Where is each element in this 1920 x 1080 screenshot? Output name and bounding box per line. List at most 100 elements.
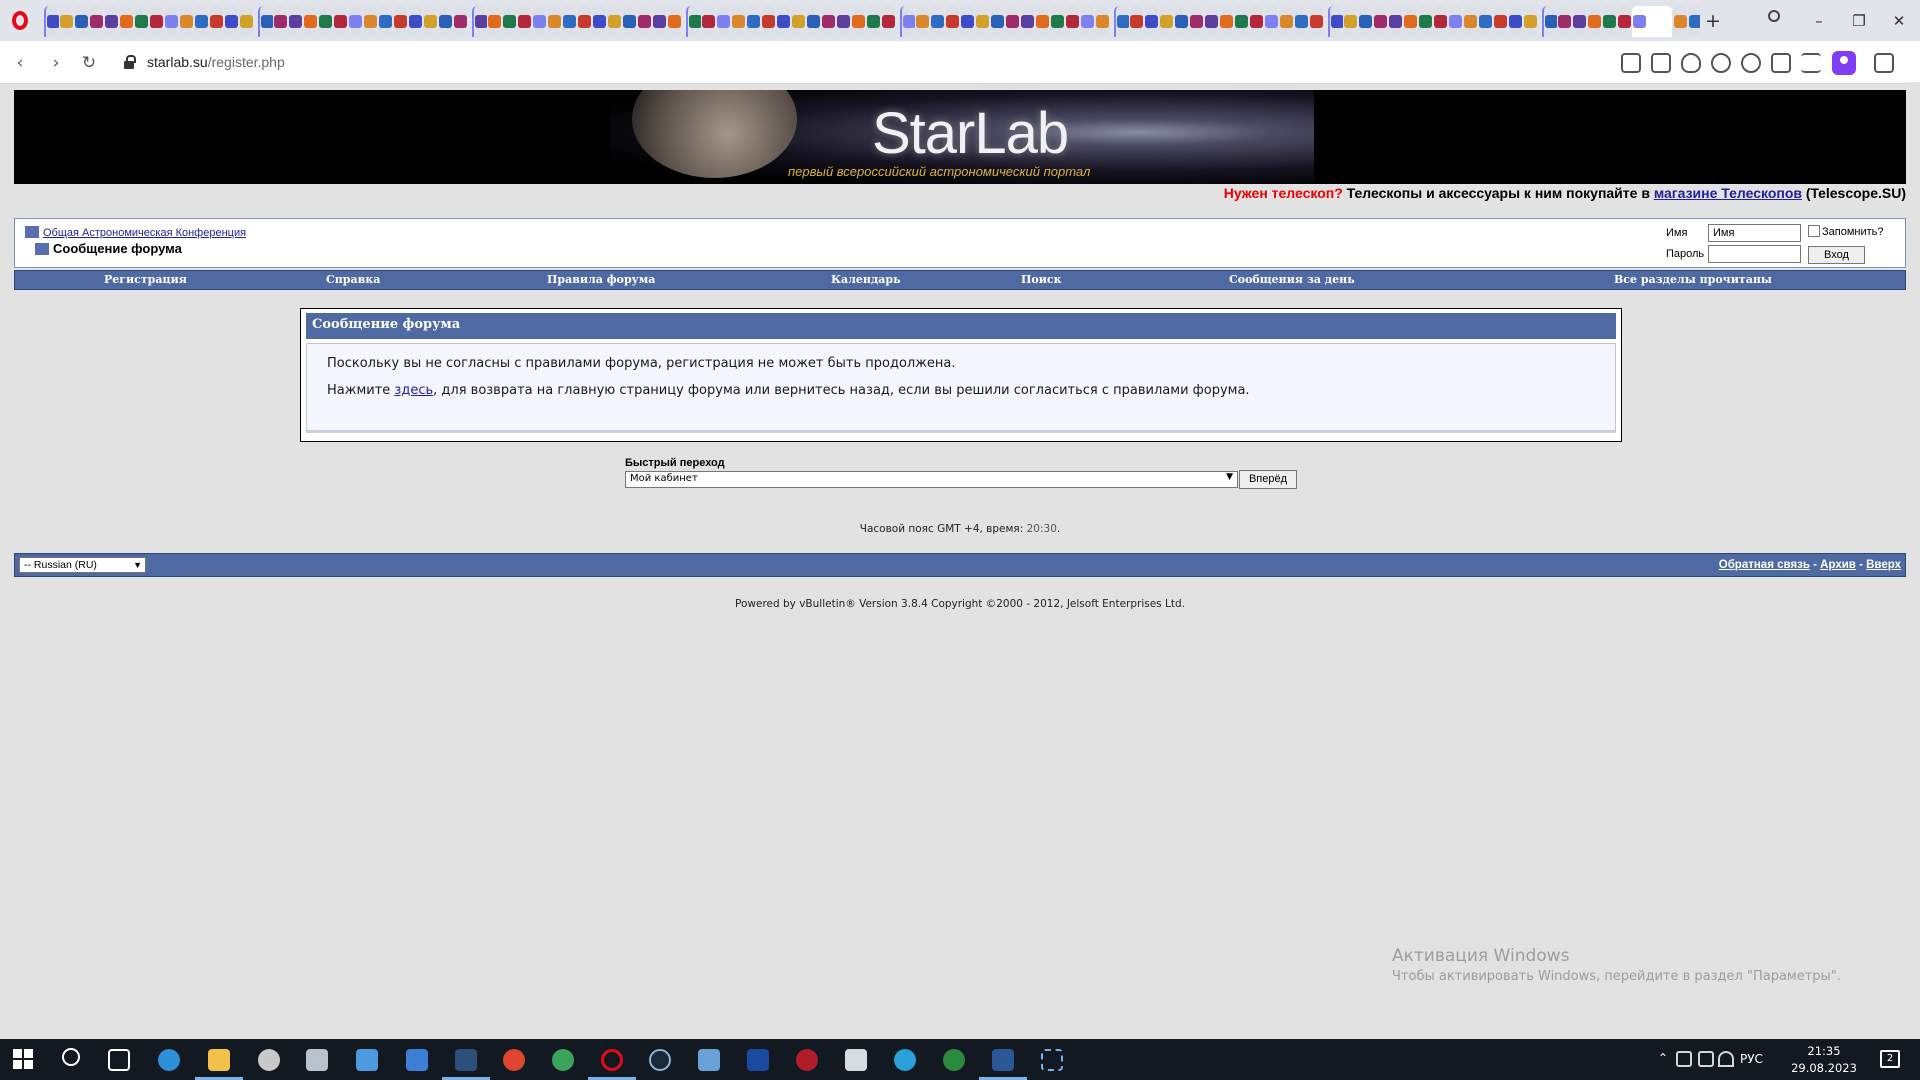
browser-tab[interactable] <box>791 6 805 37</box>
browser-tab[interactable] <box>119 6 133 37</box>
browser-tab[interactable] <box>1189 6 1203 37</box>
opera-icon[interactable] <box>601 1049 623 1071</box>
quick-jump-go-button[interactable]: Вперёд <box>1239 470 1297 489</box>
app-icon-5[interactable] <box>747 1049 769 1071</box>
app-icon-1[interactable] <box>306 1049 328 1071</box>
taskbar-clock[interactable]: 21:35 29.08.2023 <box>1789 1043 1859 1077</box>
play-icon[interactable] <box>1711 53 1731 73</box>
browser-tab[interactable] <box>821 6 835 37</box>
browser-tab[interactable] <box>1309 6 1323 37</box>
promo-shop-link[interactable]: магазине Телескопов <box>1654 185 1802 201</box>
browser-tab[interactable] <box>273 6 287 37</box>
browser-tab[interactable] <box>1204 6 1218 37</box>
telegram-icon[interactable] <box>894 1049 916 1071</box>
input-language[interactable]: РУС <box>1740 1052 1763 1066</box>
browser-tab[interactable] <box>1294 6 1308 37</box>
browser-tab[interactable] <box>318 6 332 37</box>
browser-tab[interactable] <box>945 6 959 37</box>
browser-tab[interactable] <box>303 6 317 37</box>
settings-gear-icon[interactable] <box>258 1049 280 1071</box>
browser-tab[interactable] <box>224 6 238 37</box>
browser-tab[interactable] <box>1234 6 1248 37</box>
extensions-icon[interactable] <box>1874 53 1894 73</box>
browser-tab[interactable] <box>179 6 193 37</box>
browser-tab[interactable] <box>288 6 302 37</box>
taskbar-search-icon[interactable] <box>62 1048 80 1066</box>
word-icon[interactable] <box>992 1049 1014 1071</box>
browser-tab[interactable] <box>1557 6 1571 37</box>
browser-tab[interactable] <box>348 6 362 37</box>
browser-tab[interactable] <box>1035 6 1049 37</box>
breadcrumb-forum-link[interactable]: Общая Астрономическая Конференция <box>43 227 246 239</box>
quick-jump-select[interactable]: Мой кабинет ▼ <box>625 471 1238 488</box>
footer-top-link[interactable]: Вверх <box>1866 559 1901 571</box>
browser-tab[interactable] <box>1114 6 1130 37</box>
browser-tab[interactable] <box>44 6 60 37</box>
return-here-link[interactable]: здесь <box>394 383 433 398</box>
file-explorer-icon[interactable] <box>208 1049 230 1071</box>
browser-tab[interactable] <box>517 6 531 37</box>
forum-home-icon[interactable] <box>25 226 39 238</box>
menu-rules[interactable]: Правила форума <box>547 273 655 286</box>
windows-start-icon[interactable] <box>13 1049 33 1069</box>
notification-icon[interactable]: 2 <box>1880 1050 1900 1068</box>
browser-tab[interactable] <box>487 6 501 37</box>
back-button[interactable]: ‹ <box>8 51 32 75</box>
browser-tab[interactable] <box>1020 6 1034 37</box>
browser-tab[interactable] <box>258 6 274 37</box>
browser-tab[interactable] <box>1418 6 1432 37</box>
browser-tab[interactable] <box>502 6 516 37</box>
browser-tab[interactable] <box>1219 6 1233 37</box>
browser-tab[interactable] <box>164 6 178 37</box>
browser-tab[interactable] <box>59 6 73 37</box>
browser-tab[interactable] <box>731 6 745 37</box>
app-icon-4[interactable] <box>698 1049 720 1071</box>
footer-contact-link[interactable]: Обратная связь <box>1719 559 1810 571</box>
browser-tab[interactable] <box>930 6 944 37</box>
browser-tab[interactable] <box>1174 6 1188 37</box>
browser-tab[interactable] <box>1328 6 1344 37</box>
browser-tab[interactable] <box>1542 6 1558 37</box>
easy-setup-icon[interactable] <box>1801 53 1821 73</box>
browser-tab[interactable] <box>1632 6 1672 37</box>
app-icon-6[interactable] <box>796 1049 818 1071</box>
opera-menu-icon[interactable] <box>0 0 40 41</box>
browser-tab[interactable] <box>1279 6 1293 37</box>
browser-tab[interactable] <box>1358 6 1372 37</box>
browser-tab[interactable] <box>1508 6 1522 37</box>
browser-tab[interactable] <box>776 6 790 37</box>
browser-tab[interactable] <box>622 6 636 37</box>
lock-icon[interactable] <box>124 55 136 69</box>
browser-tab[interactable] <box>1493 6 1507 37</box>
browser-tab[interactable] <box>363 6 377 37</box>
app-icon-2[interactable] <box>356 1049 378 1071</box>
browser-tab[interactable] <box>1388 6 1402 37</box>
browser-tab[interactable] <box>761 6 775 37</box>
browser-tab[interactable] <box>194 6 208 37</box>
defender-icon[interactable] <box>406 1049 428 1071</box>
edge-icon[interactable] <box>158 1049 180 1071</box>
browser-tab[interactable] <box>74 6 88 37</box>
browser-tab[interactable] <box>547 6 561 37</box>
browser-tab[interactable] <box>1523 6 1537 37</box>
browser-tab[interactable] <box>652 6 666 37</box>
remember-checkbox[interactable] <box>1808 225 1820 237</box>
new-tab-button[interactable]: + <box>1700 6 1726 36</box>
browser-tab[interactable] <box>900 6 916 37</box>
snipping-tool-icon[interactable] <box>1041 1049 1063 1071</box>
browser-tab[interactable] <box>1065 6 1079 37</box>
browser-tab[interactable] <box>378 6 392 37</box>
task-view-icon[interactable] <box>108 1049 130 1071</box>
browser-tab[interactable] <box>1602 6 1616 37</box>
browser-tab[interactable] <box>393 6 407 37</box>
browser-tab[interactable] <box>637 6 651 37</box>
browser-tab[interactable] <box>423 6 437 37</box>
browser-tab[interactable] <box>438 6 452 37</box>
browser-tab[interactable] <box>1478 6 1492 37</box>
browser-tab[interactable] <box>851 6 865 37</box>
reload-button[interactable]: ↻ <box>77 51 101 75</box>
browser-tab[interactable] <box>975 6 989 37</box>
app-icon-3[interactable] <box>455 1049 477 1071</box>
browser-tab[interactable] <box>453 6 467 37</box>
browser-tab[interactable] <box>607 6 621 37</box>
